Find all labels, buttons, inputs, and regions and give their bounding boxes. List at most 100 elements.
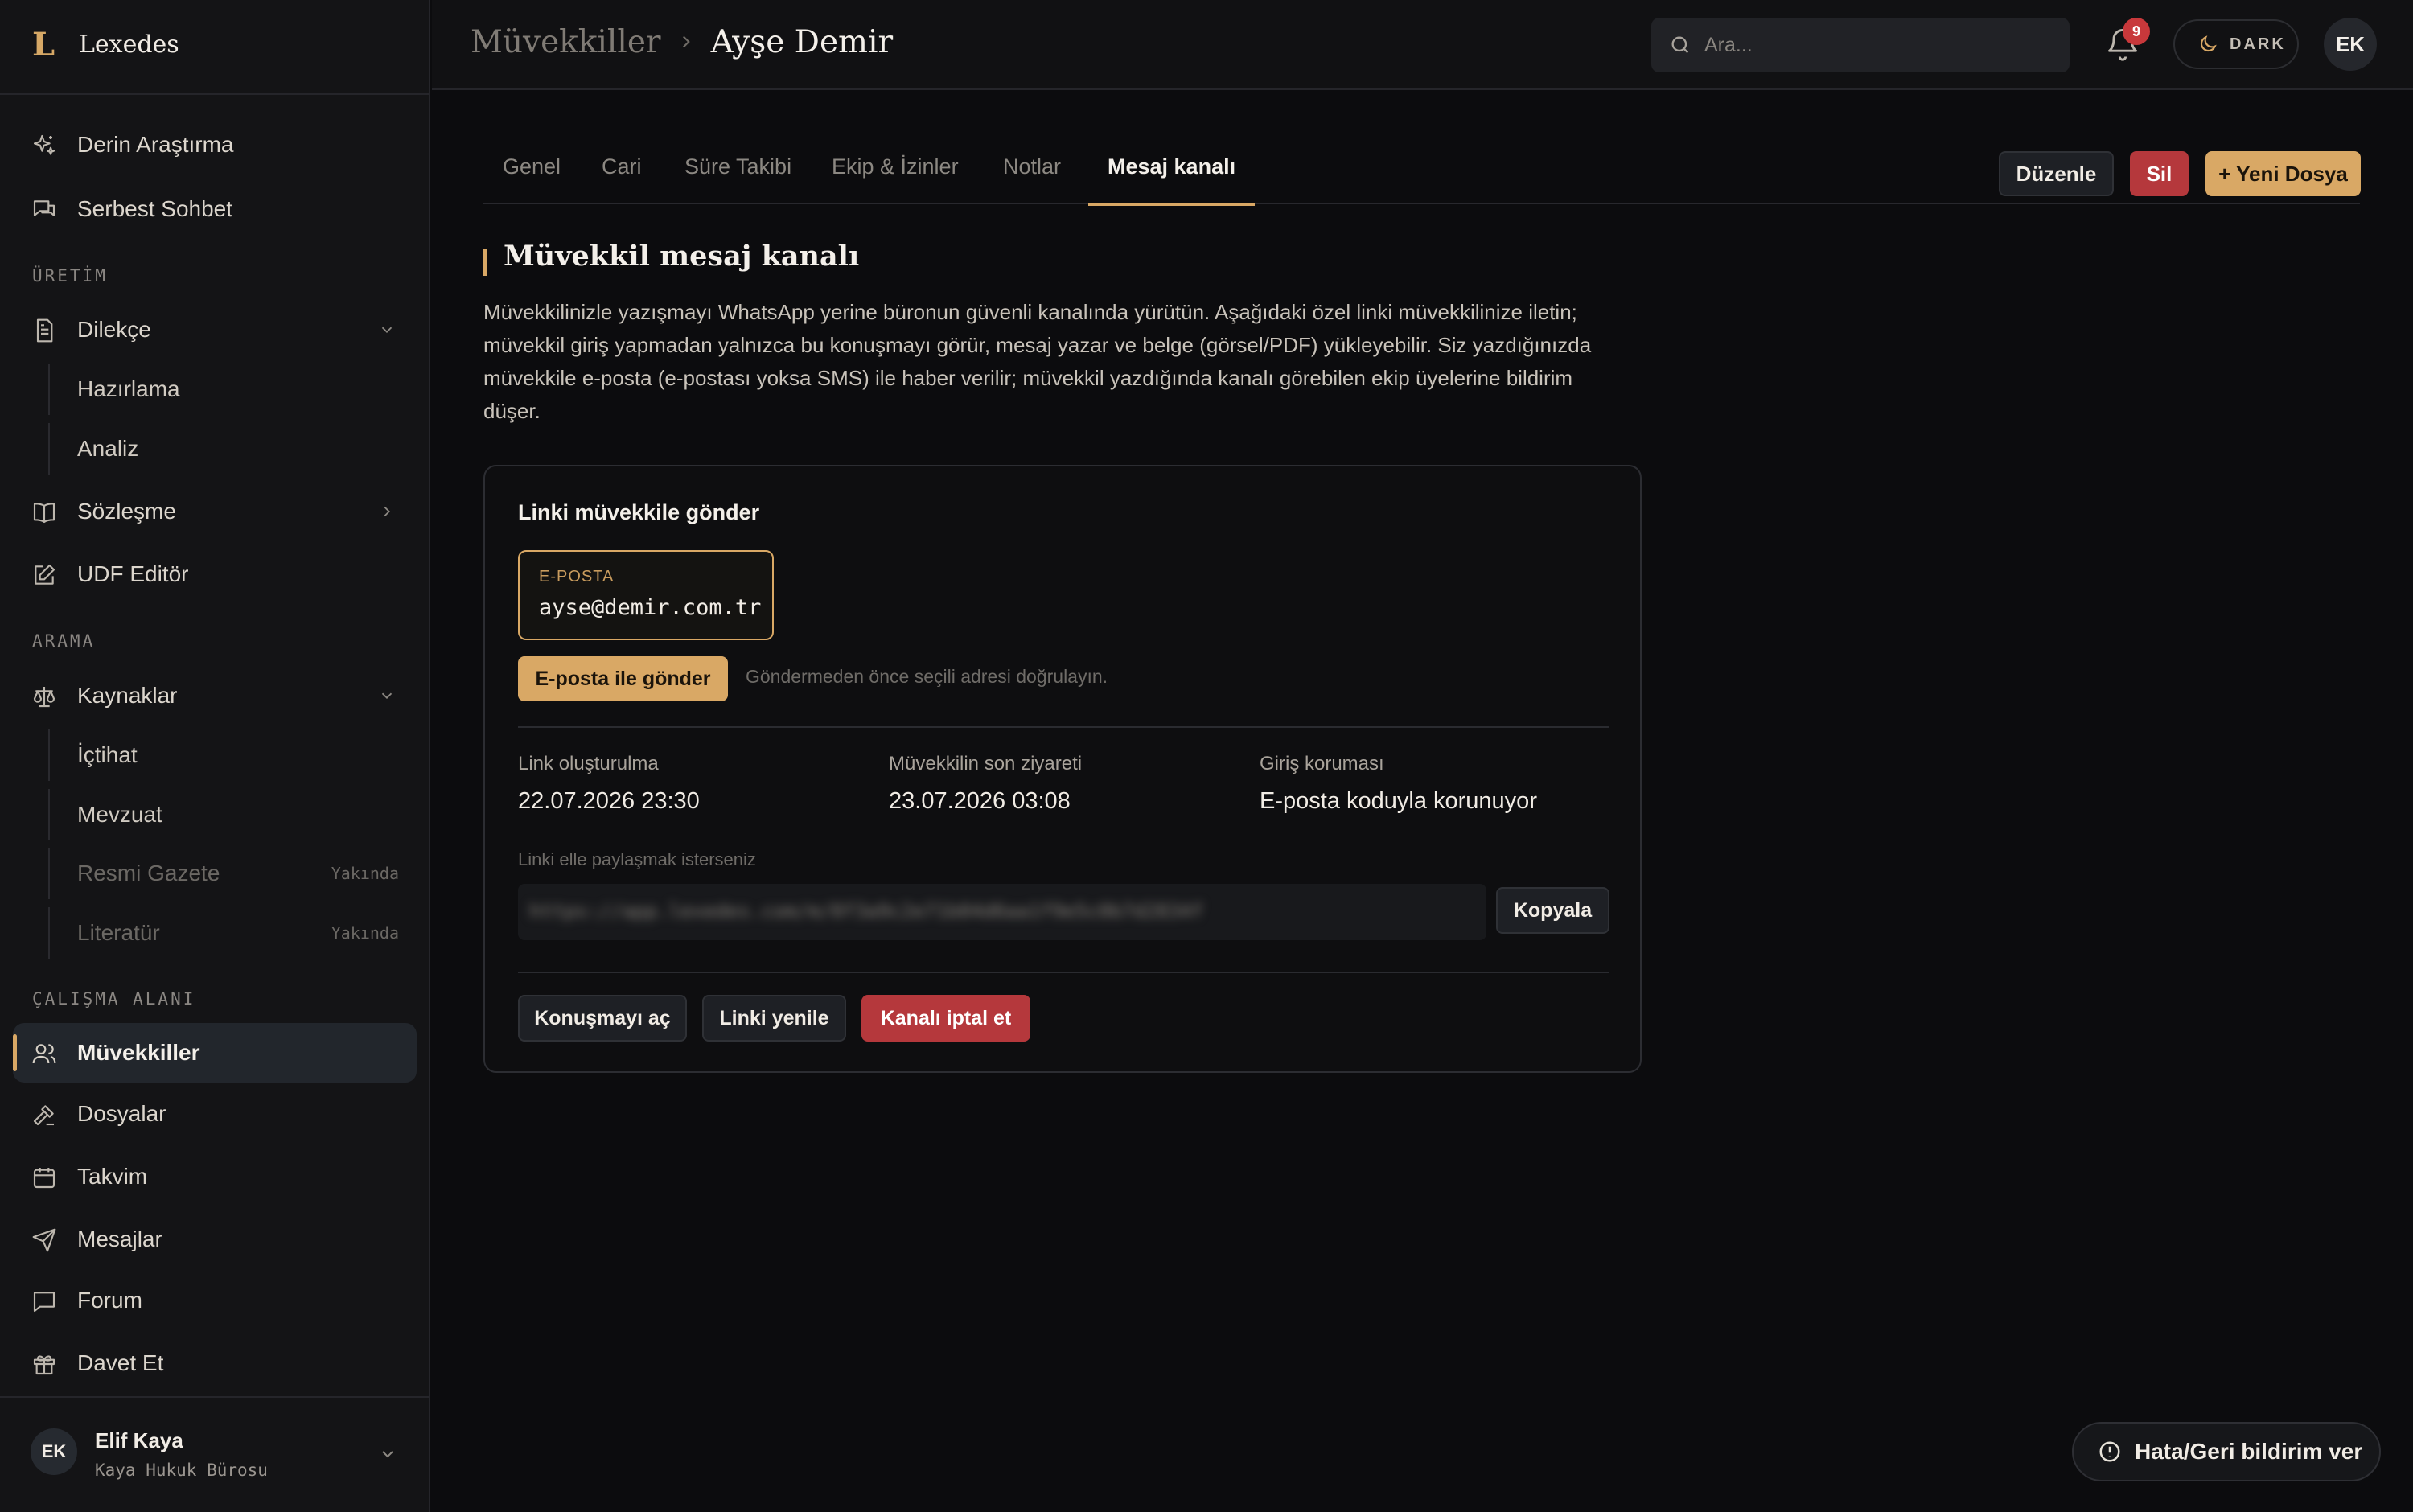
sidebar-subitem-mevzuat[interactable]: Mevzuat [13, 789, 417, 840]
section-label-arama: ARAMA [32, 631, 96, 651]
brand-name: Lexedes [79, 30, 179, 59]
sidebar-subitem-label: Hazırlama [77, 376, 180, 401]
sidebar-item-label: Takvim [77, 1164, 148, 1189]
section-label-uretim: ÜRETİM [32, 266, 108, 286]
sidebar-item-derin-arastirma[interactable]: Derin Araştırma [13, 115, 417, 175]
sidebar-item-dilekce[interactable]: Dilekçe [13, 300, 417, 360]
section-label-calisma-alani: ÇALIŞMA ALANI [32, 989, 196, 1009]
edit-icon [31, 562, 57, 588]
divider [0, 93, 430, 95]
sidebar-item-davet-et[interactable]: Davet Et [13, 1333, 417, 1393]
chevron-down-icon[interactable] [378, 1444, 397, 1464]
sidebar-item-sozlesme[interactable]: Sözleşme [13, 482, 417, 541]
user-organization: Kaya Hukuk Bürosu [95, 1461, 268, 1480]
chevron-down-icon[interactable] [378, 321, 396, 339]
brand-logo: L [32, 25, 55, 64]
manual-link-value: https://app.lexedes.com/m/8f3a9c2e71b04d… [529, 900, 1204, 922]
chevron-down-icon[interactable] [378, 687, 396, 705]
open-conversation-button[interactable]: Konuşmayı aç [518, 995, 687, 1042]
search-icon [1669, 34, 1692, 56]
email-option[interactable]: E-POSTA ayse@demir.com.tr [518, 550, 774, 640]
renew-link-button[interactable]: Linki yenile [702, 995, 846, 1042]
brand[interactable]: L Lexedes [32, 24, 179, 64]
sidebar-subitem-label: Literatür [77, 920, 160, 945]
sidebar-item-label: Serbest Sohbet [77, 196, 233, 221]
meta-value-last-visit: 23.07.2026 03:08 [889, 788, 1071, 814]
tab-sure-takibi[interactable]: Süre Takibi [665, 129, 811, 204]
theme-label: DARK [2230, 35, 2286, 53]
divider [518, 972, 1609, 973]
gavel-icon [31, 1102, 57, 1128]
feedback-button[interactable]: Hata/Geri bildirim ver [2072, 1422, 2381, 1481]
sparkles-icon [31, 133, 57, 158]
sidebar-item-label: Dosyalar [77, 1101, 166, 1126]
manual-link-field[interactable]: https://app.lexedes.com/m/8f3a9c2e71b04d… [518, 884, 1486, 940]
sidebar-item-muvekkiller[interactable]: Müvekkiller [13, 1023, 417, 1083]
search-input[interactable] [1704, 18, 2050, 72]
sidebar-item-label: UDF Editör [77, 561, 189, 586]
calendar-icon [31, 1165, 57, 1190]
theme-toggle[interactable]: DARK [2173, 19, 2299, 69]
section-title: Müvekkil mesaj kanalı [504, 240, 860, 273]
sidebar-item-forum[interactable]: Forum [13, 1271, 417, 1330]
meta-value-login-protection: E-posta koduyla korunuyor [1260, 788, 1537, 814]
sidebar-item-udf-editor[interactable]: UDF Editör [13, 544, 417, 604]
tab-notlar[interactable]: Notlar [984, 129, 1080, 204]
scale-icon [31, 684, 57, 709]
message-square-icon [31, 1288, 57, 1314]
tab-cari[interactable]: Cari [582, 129, 661, 204]
copy-button[interactable]: Kopyala [1496, 887, 1609, 934]
sidebar-item-takvim[interactable]: Takvim [13, 1147, 417, 1206]
send-email-button[interactable]: E-posta ile gönder [518, 656, 728, 701]
alert-circle-icon [2098, 1440, 2122, 1464]
divider [0, 1396, 430, 1398]
sidebar-item-mesajlar[interactable]: Mesajlar [13, 1210, 417, 1269]
gift-icon [31, 1351, 57, 1377]
sidebar-item-kaynaklar[interactable]: Kaynaklar [13, 666, 417, 725]
section-accent [483, 249, 487, 276]
sidebar-item-serbest-sohbet[interactable]: Serbest Sohbet [13, 179, 417, 239]
book-icon [31, 499, 57, 525]
email-option-label: E-POSTA [539, 568, 615, 585]
sidebar-item-dosyalar[interactable]: Dosyalar [13, 1084, 417, 1144]
sidebar-item-label: Dilekçe [77, 317, 151, 342]
sidebar-item-label: Kaynaklar [77, 683, 178, 708]
search-box[interactable] [1651, 18, 2070, 72]
tab-mesaj-kanali[interactable]: Mesaj kanalı [1088, 129, 1256, 206]
sidebar: L Lexedes Derin Araştırma Serbest Sohbet… [0, 0, 430, 1512]
sidebar-subitem-ictihat[interactable]: İçtihat [13, 729, 417, 781]
top-bar: Müvekkiller Ayşe Demir 9 DARK EK [432, 0, 2413, 90]
notification-badge: 9 [2123, 18, 2150, 45]
manual-link-label: Linki elle paylaşmak isterseniz [518, 849, 756, 869]
sidebar-subitem-analiz[interactable]: Analiz [13, 423, 417, 475]
avatar[interactable]: EK [2324, 18, 2377, 71]
channel-card: Linki müvekkile gönder E-POSTA ayse@demi… [483, 465, 1642, 1073]
edit-button[interactable]: Düzenle [1999, 151, 2114, 196]
meta-value-link-created: 22.07.2026 23:30 [518, 788, 700, 814]
user-name: Elif Kaya [95, 1428, 183, 1452]
sidebar-subitem-label: İçtihat [77, 742, 138, 767]
chat-icon [31, 197, 57, 223]
send-hint: Göndermeden önce seçili adresi doğrulayı… [746, 666, 1108, 687]
chevron-right-icon[interactable] [378, 503, 396, 520]
tab-ekip-izinler[interactable]: Ekip & İzinler [812, 129, 978, 204]
page-title: Ayşe Demir [710, 23, 894, 60]
sidebar-subitem-label: Resmi Gazete [77, 861, 220, 885]
meta-label-last-visit: Müvekkilin son ziyareti [889, 753, 1083, 774]
breadcrumb-link-muvekkiller[interactable]: Müvekkiller [471, 24, 661, 60]
delete-button[interactable]: Sil [2130, 151, 2189, 196]
sidebar-subitem-literatur: Literatür Yakında [13, 907, 417, 959]
meta-label-login-protection: Giriş koruması [1260, 753, 1384, 774]
email-option-value: ayse@demir.com.tr [539, 595, 762, 620]
sidebar-item-label: Derin Araştırma [77, 132, 234, 157]
sidebar-item-label: Davet Et [77, 1350, 164, 1375]
feedback-label: Hata/Geri bildirim ver [2135, 1439, 2363, 1464]
tab-genel[interactable]: Genel [483, 129, 580, 204]
new-file-button[interactable]: + Yeni Dosya [2205, 151, 2361, 196]
sidebar-subitem-label: Analiz [77, 436, 139, 461]
cancel-channel-button[interactable]: Kanalı iptal et [861, 995, 1030, 1042]
coming-soon-badge: Yakında [331, 864, 399, 883]
sidebar-subitem-hazirlama[interactable]: Hazırlama [13, 364, 417, 415]
avatar: EK [31, 1428, 77, 1475]
sidebar-subitem-label: Mevzuat [77, 802, 162, 827]
